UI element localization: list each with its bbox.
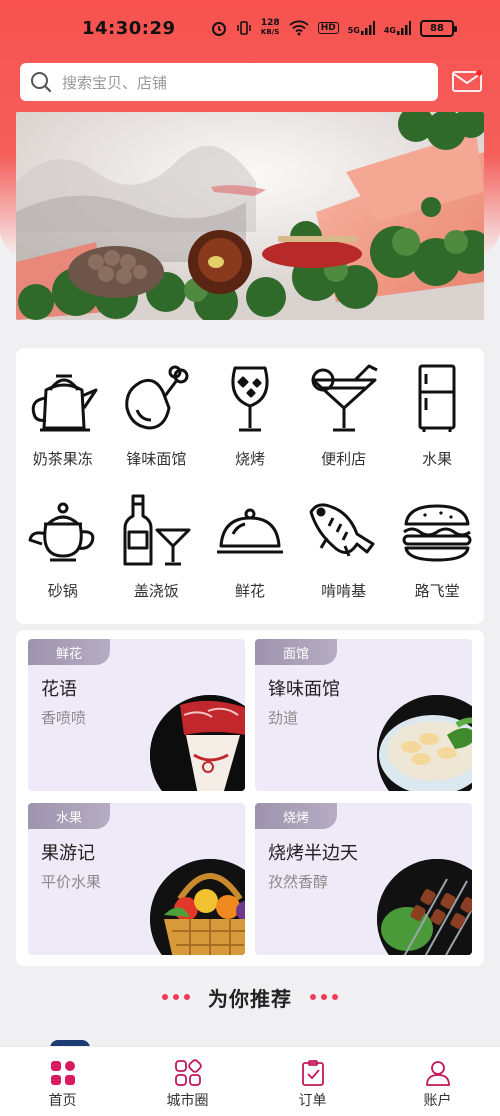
category-item-shuiguo[interactable]: 水果 (390, 362, 484, 494)
promo-tag: 面馆 (255, 639, 337, 665)
account-person-icon (425, 1061, 450, 1086)
search-row: 搜索宝贝、店铺 (20, 62, 482, 102)
signal-bars-icon (397, 21, 411, 35)
category-grid: 奶茶果冻 锋味面馆 烧烤 便利店 水果 砂锅 盖浇饭 鲜花 啃啃基 路飞堂 (16, 348, 484, 626)
mail-icon[interactable] (452, 70, 482, 92)
nav-item-orders[interactable]: 订单 (250, 1047, 375, 1116)
noodle-bowl-icon (377, 695, 472, 791)
bottle-glass-icon (123, 494, 191, 566)
banner-image (16, 112, 484, 320)
recommend-title: 为你推荐 (208, 986, 292, 1011)
category-item-shaguo[interactable]: 砂锅 (16, 494, 110, 626)
skewers-icon (377, 859, 472, 955)
battery-icon: 88 (420, 19, 457, 37)
promo-card-shaokao[interactable]: 烧烤 烧烤半边天 孜然香醇 (255, 803, 472, 955)
promo-title: 花语 (41, 679, 77, 700)
promo-section: 鲜花 花语 香喷喷 面馆 锋味面馆 劲道 水果 果游记 平价水果 烧烤 烧烤半边… (16, 630, 484, 966)
promo-card-fengwei[interactable]: 面馆 锋味面馆 劲道 (255, 639, 472, 791)
decor-dots-left (162, 994, 190, 1000)
search-icon (31, 72, 52, 93)
flower-bouquet-icon (150, 695, 245, 791)
noodle-bowl-image (377, 695, 472, 791)
category-item-lufeitang[interactable]: 路飞堂 (390, 494, 484, 626)
search-input[interactable]: 搜索宝贝、店铺 (20, 63, 438, 101)
promo-tag: 鲜花 (28, 639, 110, 665)
wine-glass-icon (231, 366, 269, 432)
promo-card-huayu[interactable]: 鲜花 花语 香喷喷 (28, 639, 245, 791)
fruit-basket-icon (150, 859, 245, 955)
city-circle-icon (174, 1059, 202, 1086)
order-clipboard-icon (301, 1060, 324, 1086)
vibrate-icon (237, 21, 251, 35)
promo-subtitle: 孜然香醇 (268, 873, 329, 891)
hd-badge: HD (317, 22, 339, 34)
skewers-image (377, 859, 472, 955)
promo-subtitle: 香喷喷 (41, 709, 87, 727)
category-item-fengwei[interactable]: 锋味面馆 (110, 362, 204, 494)
signal-5g: 5G (348, 21, 375, 35)
fridge-icon (418, 364, 456, 432)
category-item-xianhua[interactable]: 鲜花 (203, 494, 297, 626)
category-item-naicha[interactable]: 奶茶果冻 (16, 362, 110, 494)
promo-subtitle: 劲道 (268, 709, 299, 727)
alarm-icon (211, 22, 226, 36)
signal-4g: 4G (384, 21, 411, 35)
nav-item-account[interactable]: 账户 (375, 1047, 500, 1116)
status-bar: 14:30:29 128 KB/S HD 5G 4G 88 (0, 0, 500, 56)
nav-item-home[interactable]: 首页 (0, 1047, 125, 1116)
cloche-icon (216, 508, 283, 554)
decor-dots-right (310, 994, 338, 1000)
search-placeholder: 搜索宝贝、店铺 (62, 73, 168, 92)
status-time: 14:30:29 (82, 17, 176, 39)
promo-subtitle: 平价水果 (41, 873, 102, 891)
recommend-header: 为你推荐 (0, 980, 500, 1014)
promo-title: 烧烤半边天 (268, 843, 358, 864)
fruit-basket-image (150, 859, 245, 955)
signal-bars-icon (360, 21, 375, 35)
home-grid-icon (50, 1061, 75, 1085)
category-item-bianlidian[interactable]: 便利店 (297, 362, 391, 494)
category-item-shaokao[interactable]: 烧烤 (203, 362, 297, 494)
promo-tag: 烧烤 (255, 803, 337, 829)
burger-icon (402, 504, 472, 562)
category-item-kenkenji[interactable]: 啃啃基 (297, 494, 391, 626)
teapot-icon (28, 502, 95, 562)
cocktail-icon (311, 364, 378, 432)
promo-tag: 水果 (28, 803, 110, 829)
promo-card-guoyouji[interactable]: 水果 果游记 平价水果 (28, 803, 245, 955)
fish-icon (309, 503, 375, 557)
promo-banner[interactable] (16, 112, 484, 320)
flower-image (150, 695, 245, 791)
promo-title: 果游记 (41, 843, 95, 864)
status-icons: 128 KB/S HD 5G 4G 88 (211, 18, 457, 37)
net-speed: 128 KB/S (260, 18, 280, 37)
bottom-nav: 首页 城市圈 订单 账户 (0, 1046, 500, 1116)
nav-item-city[interactable]: 城市圈 (125, 1047, 250, 1116)
category-item-gaijiaofan[interactable]: 盖浇饭 (110, 494, 204, 626)
drumstick-icon (125, 365, 189, 430)
kettle-icon (31, 374, 98, 432)
category-card: 奶茶果冻 锋味面馆 烧烤 便利店 水果 砂锅 盖浇饭 鲜花 啃啃基 路飞堂 (16, 348, 484, 624)
wifi-icon (289, 20, 309, 36)
promo-title: 锋味面馆 (268, 679, 340, 700)
